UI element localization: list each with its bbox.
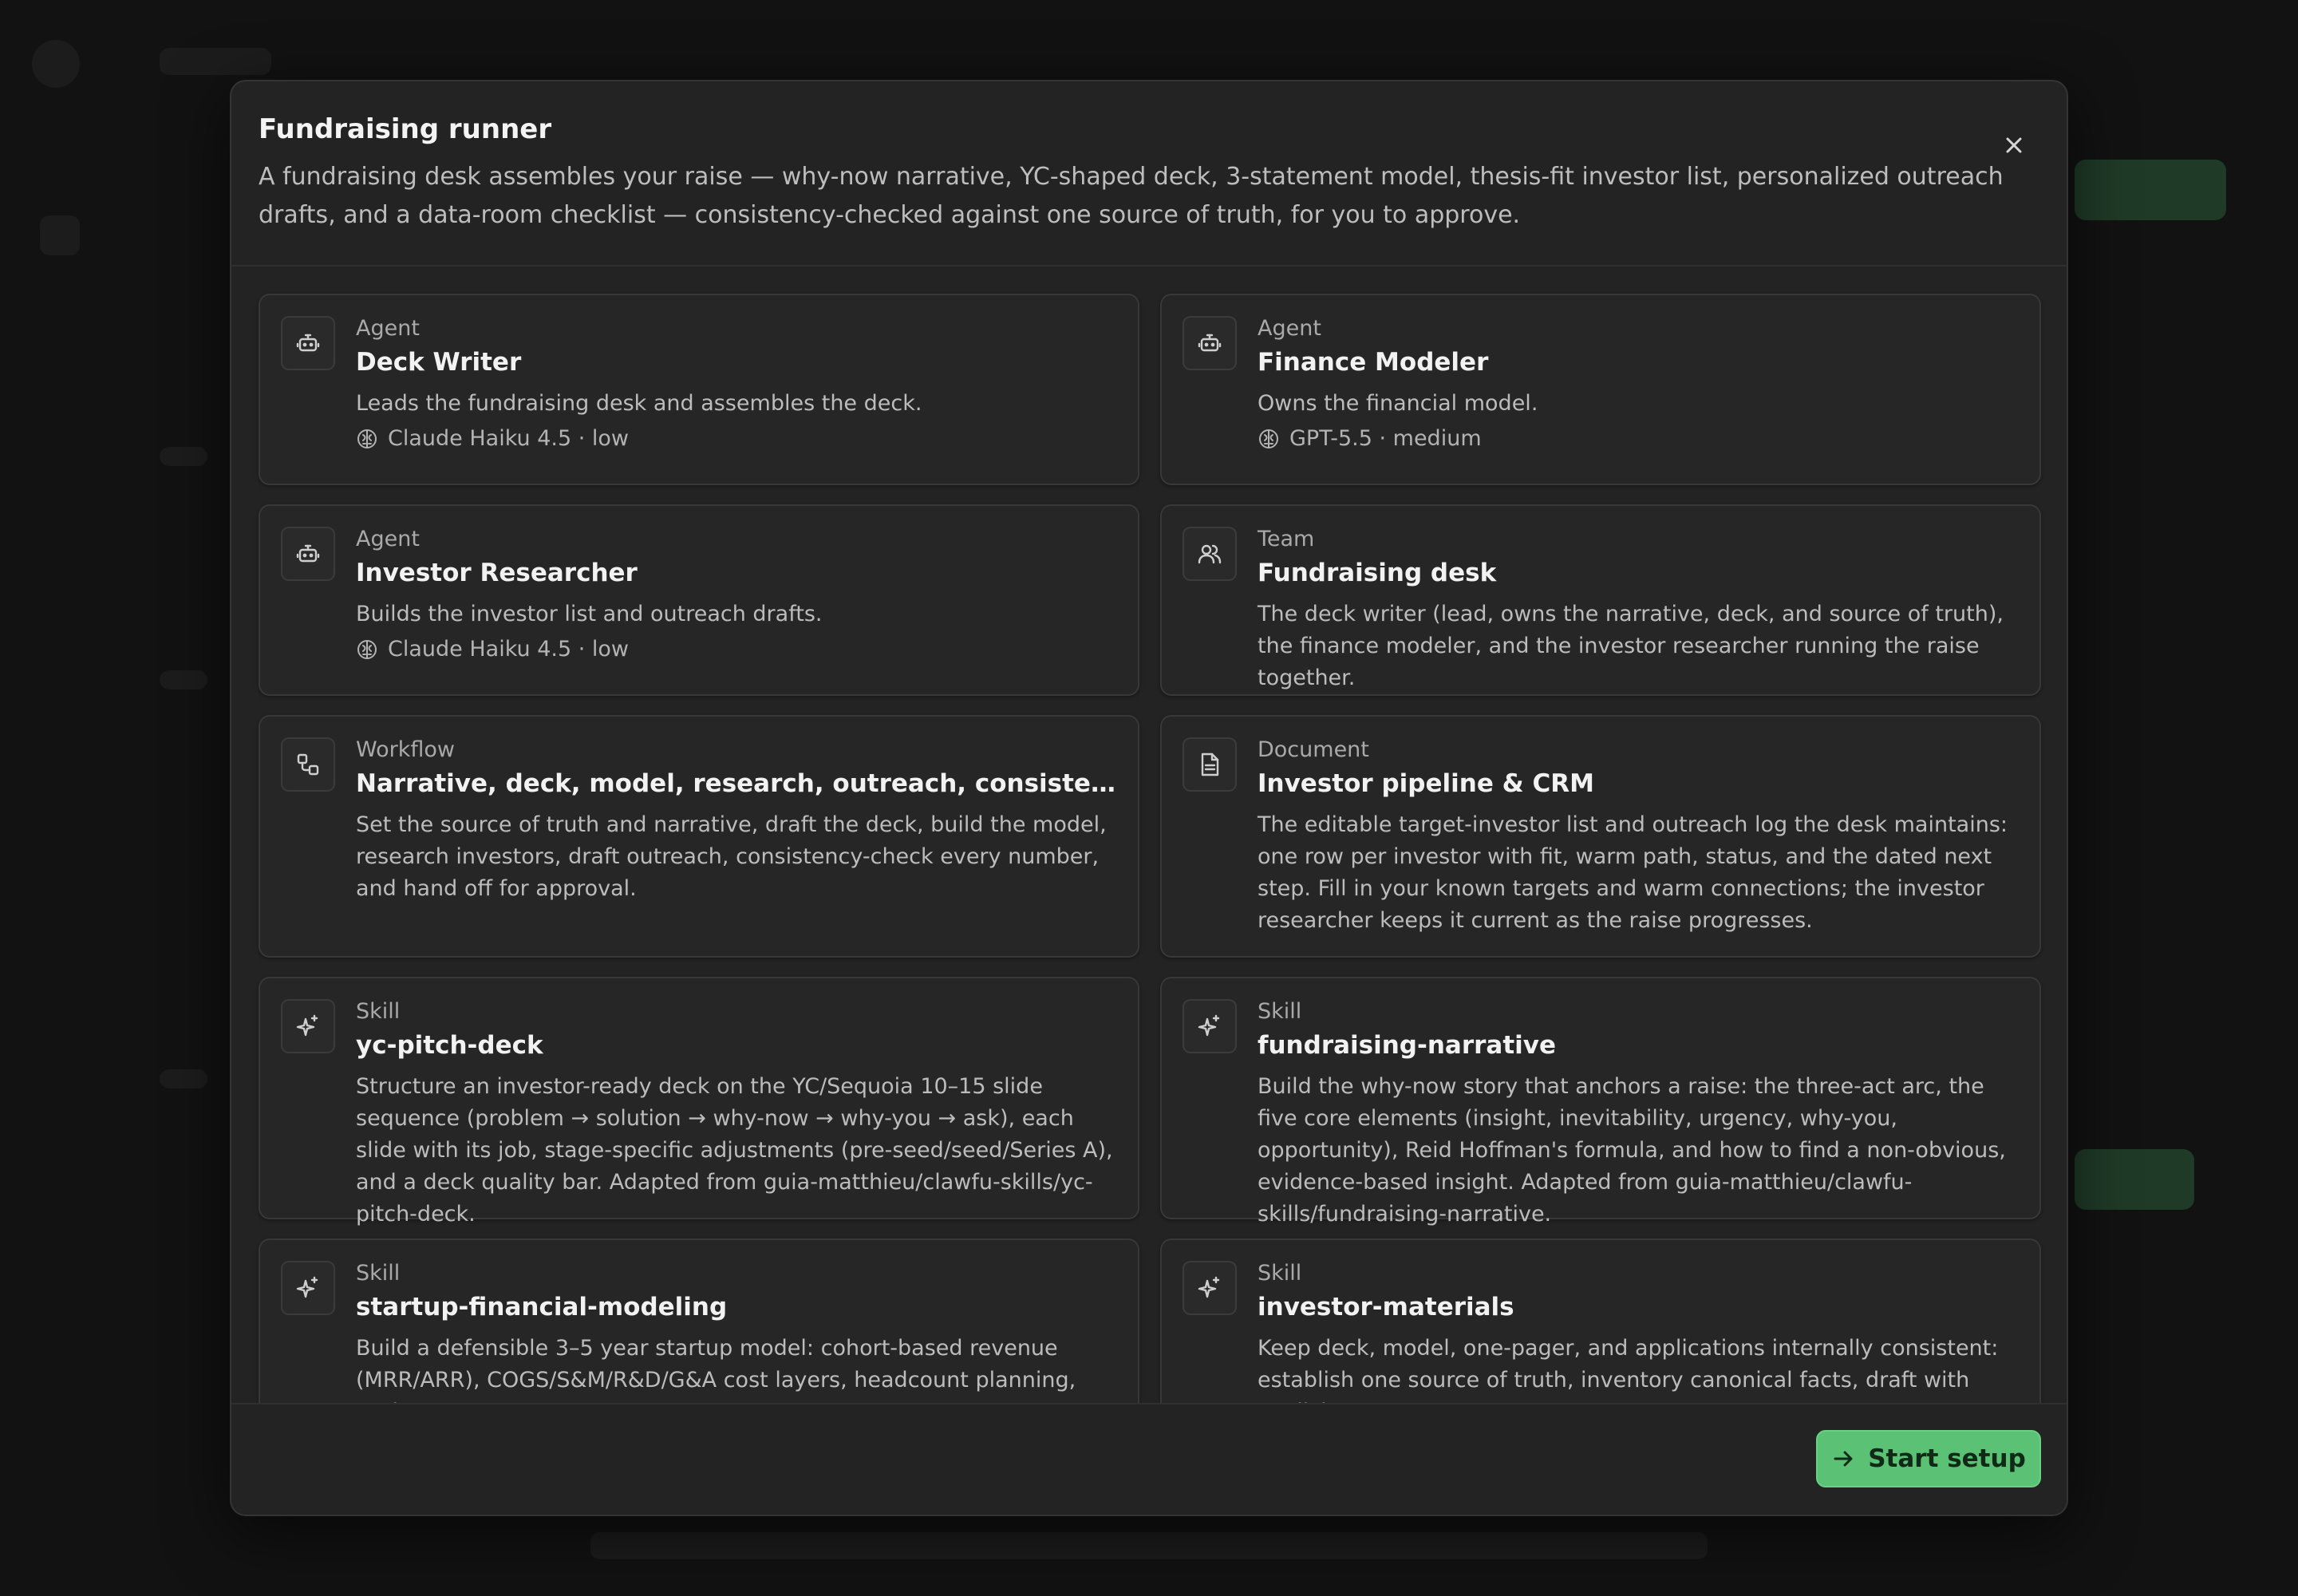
fundraising-runner-dialog: Fundraising runner A fundraising desk as… xyxy=(230,80,2068,1516)
model-label: Claude Haiku 4.5 · low xyxy=(388,426,629,451)
card-title: Narrative, deck, model, research, outrea… xyxy=(356,769,1117,798)
card-title: Investor Researcher xyxy=(356,559,638,587)
card-fundraising-desk[interactable]: Team Fundraising desk The deck writer (l… xyxy=(1160,504,2041,696)
card-description: Leads the fundraising desk and assembles… xyxy=(356,391,922,416)
card-kind: Agent xyxy=(356,316,420,341)
backdrop-block xyxy=(160,670,207,689)
backdrop-block xyxy=(160,447,207,466)
model-label: GPT-5.5 · medium xyxy=(1289,426,1482,451)
dialog-header: Fundraising runner A fundraising desk as… xyxy=(231,81,2067,267)
card-description: Set the source of truth and narrative, d… xyxy=(356,812,1107,901)
card-description: Build the why-now story that anchors a r… xyxy=(1258,1074,2006,1227)
card-title: fundraising-narrative xyxy=(1258,1031,1557,1060)
card-workflow[interactable]: Workflow Narrative, deck, model, researc… xyxy=(259,715,1139,958)
card-title: startup-financial-modeling xyxy=(356,1293,728,1321)
components-grid: Agent Deck Writer Leads the fundraising … xyxy=(231,267,2067,1486)
brain-icon xyxy=(357,639,377,659)
card-title: Fundraising desk xyxy=(1258,559,1497,587)
card-kind: Agent xyxy=(356,527,420,551)
backdrop-block xyxy=(40,215,80,255)
card-kind: Workflow xyxy=(356,737,455,762)
sparkles-icon xyxy=(296,1014,318,1037)
card-title: Deck Writer xyxy=(356,348,522,377)
backdrop-block xyxy=(590,1532,1708,1559)
sparkles-icon xyxy=(1198,1276,1220,1298)
backdrop-button xyxy=(2075,160,2226,220)
dialog-title: Fundraising runner xyxy=(259,113,552,145)
card-description: Owns the financial model. xyxy=(1258,391,1538,416)
card-finance-modeler[interactable]: Agent Finance Modeler Owns the financial… xyxy=(1160,294,2041,485)
sparkles-icon xyxy=(296,1276,318,1298)
card-kind: Agent xyxy=(1258,316,1321,341)
robot-icon xyxy=(296,544,320,563)
card-kind: Skill xyxy=(1258,999,1302,1024)
robot-icon xyxy=(1198,334,1222,352)
card-kind: Skill xyxy=(356,1261,401,1286)
card-description: The editable target-investor list and ou… xyxy=(1258,812,2008,933)
brain-icon xyxy=(1259,429,1278,448)
workflow-icon xyxy=(297,753,319,776)
model-info: Claude Haiku 4.5 · low xyxy=(356,426,629,451)
brain-icon xyxy=(357,429,377,448)
card-kind: Skill xyxy=(1258,1261,1302,1286)
backdrop-logo xyxy=(32,40,80,88)
card-investor-researcher[interactable]: Agent Investor Researcher Builds the inv… xyxy=(259,504,1139,696)
card-investor-pipeline[interactable]: Document Investor pipeline & CRM The edi… xyxy=(1160,715,2041,958)
robot-icon xyxy=(296,334,320,352)
card-title: yc-pitch-deck xyxy=(356,1031,543,1060)
card-title: Finance Modeler xyxy=(1258,348,1489,377)
users-icon xyxy=(1198,544,1222,564)
card-skill-fundraising-narrative[interactable]: Skill fundraising-narrative Build the wh… xyxy=(1160,977,2041,1227)
card-skill-yc-pitch-deck[interactable]: Skill yc-pitch-deck Structure an investo… xyxy=(259,977,1139,1227)
document-icon xyxy=(1201,753,1219,776)
card-kind: Team xyxy=(1258,527,1315,551)
model-label: Claude Haiku 4.5 · low xyxy=(388,637,629,662)
card-description: Builds the investor list and outreach dr… xyxy=(356,602,823,626)
start-setup-button[interactable]: Start setup xyxy=(1816,1430,2041,1487)
model-info: GPT-5.5 · medium xyxy=(1258,426,1482,451)
arrow-right-icon xyxy=(1834,1451,1853,1467)
card-kind: Skill xyxy=(356,999,401,1024)
close-button[interactable] xyxy=(1995,126,2033,164)
start-setup-label: Start setup xyxy=(1868,1444,2026,1473)
card-deck-writer[interactable]: Agent Deck Writer Leads the fundraising … xyxy=(259,294,1139,485)
dialog-description: A fundraising desk assembles your raise … xyxy=(259,163,2004,229)
backdrop-block xyxy=(160,48,271,75)
model-info: Claude Haiku 4.5 · low xyxy=(356,637,629,662)
backdrop-block xyxy=(160,1069,207,1088)
backdrop-button xyxy=(2075,1149,2194,1210)
close-icon xyxy=(2006,137,2022,153)
card-description: The deck writer (lead, owns the narrativ… xyxy=(1258,602,2004,690)
dialog-footer: Start setup xyxy=(231,1403,2067,1515)
card-kind: Document xyxy=(1258,737,1369,762)
card-title: Investor pipeline & CRM xyxy=(1258,769,1594,798)
sparkles-icon xyxy=(1198,1014,1220,1037)
card-title: investor-materials xyxy=(1258,1293,1514,1321)
card-description: Structure an investor-ready deck on the … xyxy=(356,1074,1113,1227)
